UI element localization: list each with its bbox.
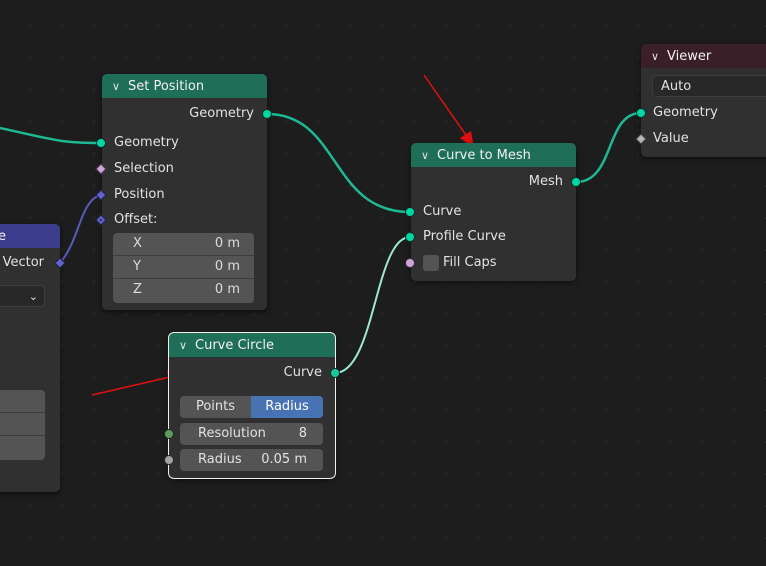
curve-circle-mode-toggle[interactable]: Points Radius xyxy=(180,396,323,418)
offset-x-axis: X xyxy=(133,236,142,251)
left-node-vector-label: Vector xyxy=(2,255,44,270)
curve-circle-output-curve-socket[interactable] xyxy=(330,368,340,378)
chevron-down-icon[interactable]: ∨ xyxy=(112,80,128,93)
viewer-input-geometry-label: Geometry xyxy=(653,105,718,120)
viewer-domain-value: Auto xyxy=(661,79,692,94)
curve-circle-node[interactable]: ∨ Curve Circle Curve Points Radius Resol… xyxy=(168,332,336,479)
curve-to-mesh-input-profile-label: Profile Curve xyxy=(423,229,506,244)
curve-circle-header[interactable]: ∨ Curve Circle xyxy=(169,333,335,357)
left-node-header[interactable]: e xyxy=(0,224,60,248)
fill-caps-checkbox[interactable] xyxy=(423,255,439,271)
curve-circle-resolution-socket[interactable] xyxy=(164,429,174,439)
radius-label: Radius xyxy=(198,452,242,467)
set-position-output-geometry-label: Geometry xyxy=(189,106,254,121)
radius-value: 0.05 m xyxy=(261,452,307,467)
set-position-input-geometry-label: Geometry xyxy=(114,135,179,150)
curve-to-mesh-fill-caps-socket[interactable] xyxy=(405,258,415,268)
offset-x-value: 0 m xyxy=(214,236,240,251)
mode-points-button[interactable]: Points xyxy=(180,396,251,418)
left-node-title: e xyxy=(0,228,6,244)
offset-vector-fields[interactable]: X 0 m Y 0 m Z 0 m xyxy=(113,233,254,303)
set-position-output-geometry-socket[interactable] xyxy=(262,109,272,119)
resolution-label: Resolution xyxy=(198,426,266,441)
left-node-field-3[interactable] xyxy=(0,436,45,458)
left-node-dropdown[interactable]: ⌄ xyxy=(0,285,45,307)
link-vector-to-position xyxy=(59,194,102,264)
set-position-input-offset-label: Offset: xyxy=(114,212,158,227)
set-position-input-selection-label: Selection xyxy=(114,161,174,176)
resolution-value: 8 xyxy=(298,426,307,441)
link-curvecircle-to-profile xyxy=(334,236,411,374)
annotation-arrow-top xyxy=(423,74,469,139)
curve-to-mesh-input-curve-label: Curve xyxy=(423,204,462,219)
curve-to-mesh-header[interactable]: ∨ Curve to Mesh xyxy=(411,143,576,167)
link-left-to-setposition-geometry xyxy=(0,126,102,145)
offset-z-axis: Z xyxy=(133,282,142,297)
viewer-input-value-label: Value xyxy=(653,131,689,146)
set-position-input-geometry-socket[interactable] xyxy=(96,138,106,148)
left-node-field-1[interactable] xyxy=(0,390,45,413)
curve-circle-radius-socket[interactable] xyxy=(164,455,174,465)
viewer-title: Viewer xyxy=(667,48,712,64)
viewer-input-geometry-socket[interactable] xyxy=(636,108,646,118)
left-node-field-2[interactable] xyxy=(0,413,45,436)
offset-y-axis: Y xyxy=(133,259,141,274)
curve-to-mesh-title: Curve to Mesh xyxy=(437,147,531,163)
curve-circle-output-curve-label: Curve xyxy=(283,365,322,380)
annotation-arrow-left xyxy=(91,376,171,396)
curve-to-mesh-input-profile-socket[interactable] xyxy=(405,232,415,242)
curve-to-mesh-output-mesh-label: Mesh xyxy=(528,174,563,189)
curve-circle-title: Curve Circle xyxy=(195,337,274,353)
mode-radius-button[interactable]: Radius xyxy=(251,396,323,418)
set-position-header[interactable]: ∨ Set Position xyxy=(102,74,267,98)
viewer-domain-dropdown[interactable]: Auto xyxy=(652,75,766,97)
chevron-down-icon[interactable]: ∨ xyxy=(421,149,437,162)
curve-to-mesh-node[interactable]: ∨ Curve to Mesh Mesh Curve Profile Curve… xyxy=(411,143,576,281)
left-node-fields[interactable] xyxy=(0,390,45,460)
offset-z-field[interactable]: Z 0 m xyxy=(113,279,254,301)
offset-x-field[interactable]: X 0 m xyxy=(113,233,254,256)
offset-z-value: 0 m xyxy=(214,282,240,297)
curve-to-mesh-input-curve-socket[interactable] xyxy=(405,207,415,217)
set-position-node[interactable]: ∨ Set Position Geometry Geometry Selecti… xyxy=(102,74,267,310)
link-curvetomesh-to-viewer xyxy=(575,111,642,184)
set-position-input-position-label: Position xyxy=(114,187,165,202)
chevron-down-icon[interactable]: ∨ xyxy=(651,50,667,63)
chevron-down-icon[interactable]: ∨ xyxy=(179,339,195,352)
radius-field[interactable]: Radius 0.05 m xyxy=(180,449,323,471)
offset-y-field[interactable]: Y 0 m xyxy=(113,256,254,279)
viewer-header[interactable]: ∨ Viewer xyxy=(641,44,766,68)
viewer-node[interactable]: ∨ Viewer Auto Geometry Value xyxy=(641,44,766,157)
curve-to-mesh-output-mesh-socket[interactable] xyxy=(571,177,581,187)
set-position-title: Set Position xyxy=(128,78,205,94)
resolution-field[interactable]: Resolution 8 xyxy=(180,423,323,445)
curve-to-mesh-fill-caps-label: Fill Caps xyxy=(443,255,497,270)
left-partial-node[interactable]: e Vector ⌄ xyxy=(0,224,60,492)
offset-y-value: 0 m xyxy=(214,259,240,274)
link-setposition-to-curvetomesh xyxy=(266,112,411,214)
chevron-down-icon: ⌄ xyxy=(28,290,38,303)
